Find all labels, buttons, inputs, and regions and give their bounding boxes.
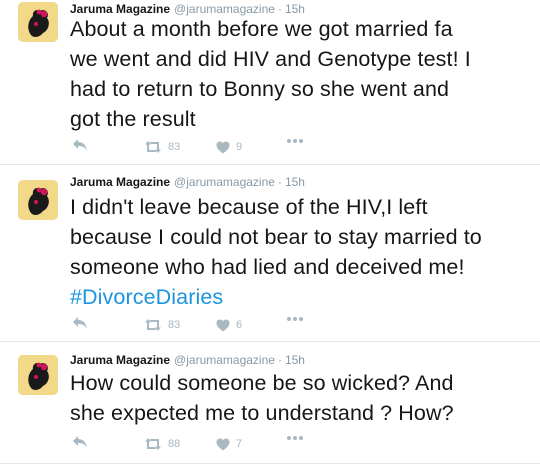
tweet-text: I didn't leave because of the HIV,I left… — [70, 192, 532, 312]
retweet-count: 83 — [168, 141, 181, 153]
retweet-icon — [145, 319, 161, 331]
retweet-count: 88 — [168, 438, 181, 450]
timestamp[interactable]: 15h — [285, 175, 305, 189]
timeline: Jaruma Magazine @jarumamagazine · 15h About… — [0, 0, 540, 472]
tweet-text-line: she expected me to understand ? How? — [70, 401, 454, 425]
tweet-text-line: someone who had lied and deceived me! — [70, 255, 465, 279]
tweet-actions: 83 6 — [72, 316, 332, 334]
tweet-text-line: I didn't leave because of the HIV,I left — [70, 195, 428, 219]
timestamp[interactable]: 15h — [285, 353, 305, 367]
more-icon — [287, 139, 303, 143]
hashtag-link[interactable]: #DivorceDiaries — [70, 282, 532, 312]
tweet-text: About a month before we got married fa w… — [70, 14, 532, 134]
tweet-text-line: got the result — [70, 107, 196, 131]
author-name[interactable]: Jaruma Magazine — [70, 175, 170, 189]
author-handle[interactable]: @jarumamagazine — [174, 353, 275, 367]
retweet-count: 83 — [168, 319, 181, 331]
avatar[interactable] — [18, 355, 58, 395]
tweet-text-line: About a month before we got married fa — [70, 17, 453, 41]
tweet-header: Jaruma Magazine @jarumamagazine · 15h — [70, 173, 305, 191]
tweet-text-line: we went and did HIV and Genotype test! I — [70, 47, 471, 71]
reply-icon — [73, 317, 87, 329]
tweet-text-line: How could someone be so wicked? And — [70, 371, 454, 395]
like-count: 6 — [236, 319, 243, 331]
more-icon — [287, 317, 303, 321]
heart-icon — [216, 319, 230, 331]
tweet[interactable]: Jaruma Magazine @jarumamagazine · 15h About… — [0, 0, 540, 165]
retweet-icon — [145, 438, 161, 450]
reply-button[interactable] — [72, 316, 88, 330]
retweet-icon — [145, 141, 161, 153]
like-button[interactable]: 7 — [216, 435, 242, 453]
avatar[interactable] — [18, 180, 58, 220]
retweet-button[interactable]: 88 — [144, 435, 180, 453]
separator: · — [277, 353, 282, 367]
tweet[interactable]: Jaruma Magazine @jarumamagazine · 15h How c… — [0, 342, 540, 464]
author-name[interactable]: Jaruma Magazine — [70, 353, 170, 367]
like-button[interactable]: 9 — [216, 138, 242, 156]
like-button[interactable]: 6 — [216, 316, 242, 334]
author-handle[interactable]: @jarumamagazine — [174, 175, 275, 189]
reply-icon — [73, 139, 87, 151]
heart-icon — [216, 141, 230, 153]
reply-button[interactable] — [72, 138, 88, 152]
more-button[interactable] — [286, 435, 304, 441]
tweet-header: Jaruma Magazine @jarumamagazine · 15h — [70, 351, 305, 369]
like-count: 7 — [236, 438, 243, 450]
tweet-text: How could someone be so wicked? And she … — [70, 368, 532, 428]
tweet-actions: 88 7 — [72, 435, 332, 453]
tweet[interactable]: Jaruma Magazine @jarumamagazine · 15h I did… — [0, 165, 540, 342]
like-count: 9 — [236, 141, 243, 153]
heart-icon — [216, 438, 230, 450]
avatar[interactable] — [18, 2, 58, 42]
reply-icon — [73, 436, 87, 448]
tweet-text-line: because I could not bear to stay married… — [70, 225, 482, 249]
more-button[interactable] — [286, 316, 304, 322]
retweet-button[interactable]: 83 — [144, 138, 180, 156]
retweet-button[interactable]: 83 — [144, 316, 180, 334]
reply-button[interactable] — [72, 435, 88, 449]
more-icon — [287, 436, 303, 440]
jaruma-logo-icon — [18, 180, 58, 220]
jaruma-logo-icon — [18, 2, 58, 42]
separator: · — [277, 175, 282, 189]
jaruma-logo-icon — [18, 355, 58, 395]
tweet-actions: 83 9 — [72, 138, 332, 156]
more-button[interactable] — [286, 138, 304, 144]
tweet-text-line: had to return to Bonny so she went and — [70, 77, 450, 101]
